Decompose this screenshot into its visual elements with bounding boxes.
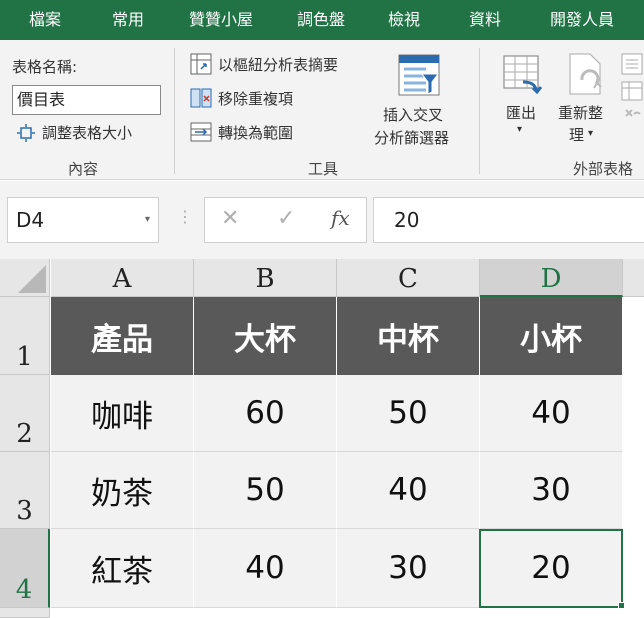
tab-home[interactable]: 常用 xyxy=(90,0,166,40)
column-header-c[interactable]: C xyxy=(337,259,480,297)
formula-bar: D4 ▾ ⋮ ✕ ✓ fx 20 xyxy=(0,181,644,259)
table-name-label: 表格名稱: xyxy=(12,58,78,76)
tab-file[interactable]: 檔案 xyxy=(0,0,90,40)
pivot-table-icon xyxy=(190,53,212,75)
table-header-cell[interactable]: 中杯 xyxy=(337,297,480,375)
ribbon-tab-bar: 檔案 常用 贊贊小屋 調色盤 檢視 資料 開發人員 xyxy=(0,0,644,40)
row-header-5[interactable] xyxy=(0,608,50,618)
row-header-3[interactable]: 3 xyxy=(0,452,50,529)
ribbon: 表格名稱: 價目表 調整表格大小 內容 以樞紐分析表摘要 移除重複項 轉換為範圍… xyxy=(0,40,644,180)
name-box[interactable]: D4 ▾ xyxy=(7,197,159,243)
table-header-cell[interactable]: 小杯 xyxy=(480,297,623,375)
remove-duplicates-label: 移除重複項 xyxy=(218,89,294,108)
table-cell[interactable]: 50 xyxy=(194,452,337,529)
tab-data[interactable]: 資料 xyxy=(442,0,528,40)
tab-view[interactable]: 檢視 xyxy=(366,0,442,40)
slicer-icon xyxy=(398,54,440,96)
name-box-value: D4 xyxy=(16,208,45,232)
group-label-external: 外部表格 xyxy=(573,160,634,178)
row-number: 2 xyxy=(16,419,33,449)
refresh-icon xyxy=(569,53,602,95)
enter-icon[interactable]: ✓ xyxy=(277,206,295,231)
table-cell[interactable]: 60 xyxy=(194,375,337,452)
remove-duplicates-icon xyxy=(190,88,212,108)
row-header-1[interactable]: 1 xyxy=(0,297,50,375)
properties-icon[interactable] xyxy=(620,52,644,122)
convert-to-range-button[interactable]: 轉換為範圍 xyxy=(190,121,293,143)
table-cell[interactable]: 30 xyxy=(480,452,623,529)
tab-palette[interactable]: 調色盤 xyxy=(276,0,366,40)
resize-table-label: 調整表格大小 xyxy=(42,124,133,142)
refresh-button[interactable]: 重新整 理 ▾ xyxy=(556,52,616,148)
table-cell[interactable]: 咖啡 xyxy=(51,375,194,452)
name-box-dropdown-icon[interactable]: ▾ xyxy=(145,198,150,242)
refresh-label-line1: 重新整 xyxy=(558,104,604,122)
formula-input[interactable]: 20 xyxy=(373,197,644,243)
table-cell[interactable]: 40 xyxy=(194,529,337,608)
table-cell[interactable]: 40 xyxy=(480,375,623,452)
group-separator xyxy=(479,48,480,174)
column-header-b[interactable]: B xyxy=(194,259,337,297)
table-header-cell[interactable]: 產品 xyxy=(51,297,194,375)
row-header-4[interactable]: 4 xyxy=(0,529,50,608)
insert-slicer-button[interactable]: 插入交叉 分析篩選器 xyxy=(372,52,472,152)
select-all-corner[interactable] xyxy=(0,259,50,297)
formula-bar-grip-icon[interactable]: ⋮ xyxy=(177,207,193,226)
group-separator xyxy=(174,48,175,174)
table-cell[interactable]: 紅茶 xyxy=(51,529,194,608)
table-cell[interactable]: 奶茶 xyxy=(51,452,194,529)
column-header-d[interactable]: D xyxy=(480,259,623,297)
active-cell-outline xyxy=(479,529,623,608)
fill-handle[interactable] xyxy=(618,602,625,609)
tab-custom[interactable]: 贊贊小屋 xyxy=(166,0,276,40)
group-label-properties: 內容 xyxy=(68,160,99,178)
refresh-label-line2: 理 xyxy=(569,126,585,144)
resize-table-button[interactable]: 調整表格大小 xyxy=(16,122,132,143)
convert-range-icon xyxy=(190,122,212,142)
table-header-cell[interactable]: 大杯 xyxy=(194,297,337,375)
row-number: 4 xyxy=(15,575,33,605)
slicer-label-line1: 插入交叉 xyxy=(383,106,444,124)
remove-duplicates-button[interactable]: 移除重複項 xyxy=(190,87,293,109)
export-dropdown-icon: ▾ xyxy=(517,124,523,135)
select-all-icon xyxy=(18,265,46,293)
insert-function-icon[interactable]: fx xyxy=(331,206,350,230)
table-cell[interactable]: 40 xyxy=(337,452,480,529)
table-name-input[interactable]: 價目表 xyxy=(12,85,161,115)
export-button[interactable]: 匯出 ▾ xyxy=(497,52,551,148)
group-label-tools: 工具 xyxy=(308,160,339,178)
row-number: 3 xyxy=(16,496,33,526)
refresh-dropdown-icon: ▾ xyxy=(588,128,594,139)
row-header-2[interactable]: 2 xyxy=(0,375,50,452)
column-header-e[interactable] xyxy=(623,259,644,297)
pivot-summary-button[interactable]: 以樞紐分析表摘要 xyxy=(190,53,338,75)
pivot-summary-label: 以樞紐分析表摘要 xyxy=(218,55,339,74)
table-cell[interactable]: 50 xyxy=(337,375,480,452)
export-icon xyxy=(503,55,543,95)
column-header-a[interactable]: A xyxy=(51,259,194,297)
formula-buttons: ✕ ✓ fx xyxy=(204,197,367,243)
tab-developer[interactable]: 開發人員 xyxy=(528,0,636,40)
slicer-label-line2: 分析篩選器 xyxy=(374,129,450,147)
export-label: 匯出 xyxy=(506,104,537,122)
row-number: 1 xyxy=(16,342,33,372)
resize-icon xyxy=(17,123,35,142)
convert-to-range-label: 轉換為範圍 xyxy=(218,123,294,142)
table-cell[interactable]: 30 xyxy=(337,529,480,608)
cancel-icon[interactable]: ✕ xyxy=(221,206,239,231)
